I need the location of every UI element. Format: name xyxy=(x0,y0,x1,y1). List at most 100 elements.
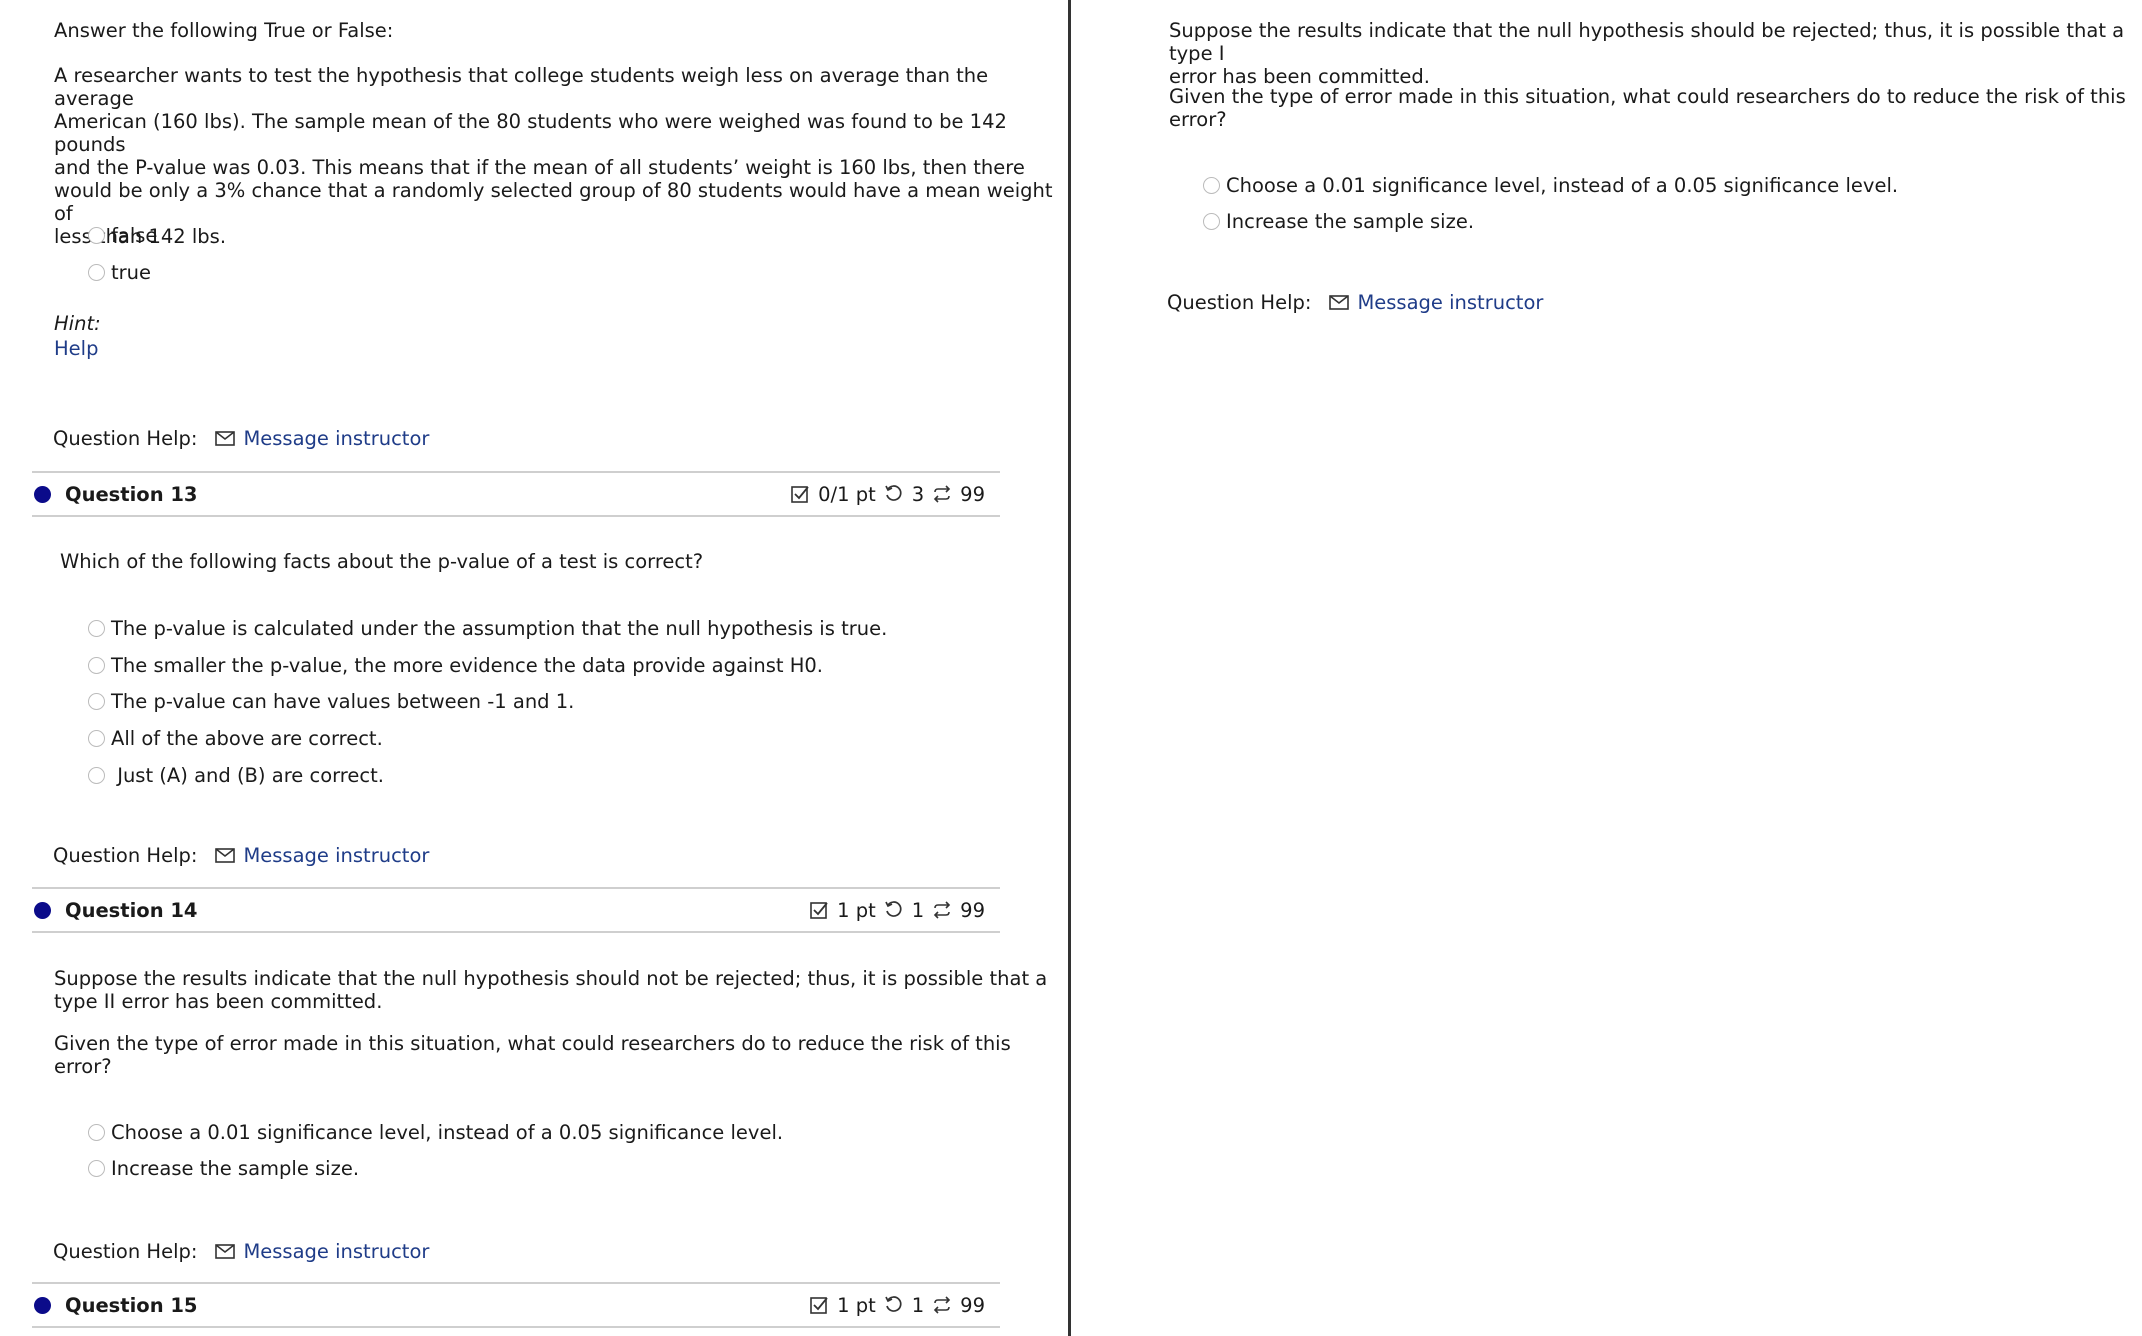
score-value: 1 pt xyxy=(837,898,876,922)
q14-option-b[interactable]: Increase the sample size. xyxy=(88,1156,359,1180)
hint-label: Hint: xyxy=(54,312,101,335)
score-check-icon xyxy=(810,902,828,919)
score-check-icon xyxy=(791,486,809,503)
mail-icon xyxy=(215,431,236,446)
right-panel: Suppose the results indicate that the nu… xyxy=(1073,0,2142,1336)
radio-icon[interactable] xyxy=(88,766,105,784)
right-line: Suppose the results indicate that the nu… xyxy=(1169,19,2125,65)
retry-icon xyxy=(884,901,902,917)
option-label: The p-value can have values between -1 a… xyxy=(111,689,575,713)
tries-icon xyxy=(934,1296,951,1314)
right-paragraph-1: Suppose the results indicate that the nu… xyxy=(1169,19,2142,88)
question-15-header[interactable]: Question 15 1 pt 1 99 xyxy=(32,1282,1000,1328)
radio-icon[interactable] xyxy=(88,729,105,747)
q12-body-line: less than 142 lbs. xyxy=(54,225,227,248)
question-meta: 1 pt 1 99 xyxy=(809,899,985,922)
radio-icon[interactable] xyxy=(1203,212,1220,230)
right-paragraph-2: Given the type of error made in this sit… xyxy=(1169,85,2126,131)
tries-icon xyxy=(934,485,951,503)
q13-option-a[interactable]: The p-value is calculated under the assu… xyxy=(88,616,887,640)
question-13-header[interactable]: Question 13 0/1 pt 3 99 xyxy=(32,471,1000,517)
tries-value: 99 xyxy=(960,898,985,922)
message-instructor-link[interactable]: Message instructor xyxy=(243,1240,429,1263)
retry-icon xyxy=(884,485,902,501)
option-label: Increase the sample size. xyxy=(111,1156,360,1180)
q12-body-line: and the P-value was 0.03. This means tha… xyxy=(54,156,1025,179)
message-instructor-link[interactable]: Message instructor xyxy=(243,427,429,450)
message-instructor-link[interactable]: Message instructor xyxy=(1357,291,1543,314)
radio-icon[interactable] xyxy=(88,619,105,637)
radio-icon[interactable] xyxy=(88,1123,105,1141)
q14-line: Given the type of error made in this sit… xyxy=(54,1032,1011,1055)
radio-icon[interactable] xyxy=(1203,176,1220,194)
q12-option-true[interactable]: true xyxy=(88,260,151,284)
option-label: The p-value is calculated under the assu… xyxy=(111,616,888,640)
question-status-dot xyxy=(34,901,51,919)
q12-question-help: Question Help: Message instructor xyxy=(53,427,429,450)
option-label: Just (A) and (B) are correct. xyxy=(111,763,384,787)
question-meta: 0/1 pt 3 99 xyxy=(790,483,985,506)
question-help-label: Question Help: xyxy=(53,1240,198,1263)
radio-icon[interactable] xyxy=(88,226,105,244)
q14-line: error? xyxy=(54,1055,112,1078)
option-label: The smaller the p-value, the more eviden… xyxy=(111,653,823,677)
question-14-header[interactable]: Question 14 1 pt 1 99 xyxy=(32,887,1000,933)
attempts-value: 1 xyxy=(911,898,925,922)
option-label: All of the above are correct. xyxy=(111,726,383,750)
option-label: Choose a 0.01 significance level, instea… xyxy=(1226,173,1899,197)
q12-body: A researcher wants to test the hypothesi… xyxy=(54,64,1068,248)
q13-option-b[interactable]: The smaller the p-value, the more eviden… xyxy=(88,653,823,677)
q13-option-c[interactable]: The p-value can have values between -1 a… xyxy=(88,689,574,713)
q12-option-false[interactable]: false xyxy=(88,223,157,247)
q12-body-line: American (160 lbs). The sample mean of t… xyxy=(54,110,1007,156)
q13-option-e[interactable]: Just (A) and (B) are correct. xyxy=(88,763,384,787)
tries-value: 99 xyxy=(960,482,985,506)
message-instructor-link[interactable]: Message instructor xyxy=(243,844,429,867)
q14-question-help: Question Help: Message instructor xyxy=(53,1240,429,1263)
question-title: Question 13 xyxy=(65,482,198,506)
radio-icon[interactable] xyxy=(88,692,105,710)
mail-icon xyxy=(1329,295,1350,310)
question-help-label: Question Help: xyxy=(53,427,198,450)
option-label: true xyxy=(111,260,152,284)
question-title: Question 15 xyxy=(65,1293,198,1317)
radio-icon[interactable] xyxy=(88,656,105,674)
q13-question-help: Question Help: Message instructor xyxy=(53,844,429,867)
q13-prompt: Which of the following facts about the p… xyxy=(60,550,704,573)
hint-help-link[interactable]: Help xyxy=(54,337,98,360)
radio-icon[interactable] xyxy=(88,263,105,281)
attempts-value: 1 xyxy=(911,1293,925,1317)
question-status-dot xyxy=(34,1296,51,1314)
q13-option-d[interactable]: All of the above are correct. xyxy=(88,726,383,750)
option-label: Increase the sample size. xyxy=(1226,209,1475,233)
question-title: Question 14 xyxy=(65,898,198,922)
left-panel: Answer the following True or False: A re… xyxy=(0,0,1068,1336)
question-help-label: Question Help: xyxy=(1167,291,1312,314)
question-help-label: Question Help: xyxy=(53,844,198,867)
q14-line: type II error has been committed. xyxy=(54,990,383,1013)
q12-instruction: Answer the following True or False: xyxy=(54,19,394,42)
q14-option-a[interactable]: Choose a 0.01 significance level, instea… xyxy=(88,1120,783,1144)
score-check-icon xyxy=(810,1297,828,1314)
radio-icon[interactable] xyxy=(88,1159,105,1177)
option-label: Choose a 0.01 significance level, instea… xyxy=(111,1120,784,1144)
option-label: false xyxy=(111,223,158,247)
score-value: 0/1 pt xyxy=(818,482,876,506)
q14-paragraph-2: Given the type of error made in this sit… xyxy=(54,1032,1011,1078)
retry-icon xyxy=(884,1296,902,1312)
right-option-a[interactable]: Choose a 0.01 significance level, instea… xyxy=(1203,173,1898,197)
tries-value: 99 xyxy=(960,1293,985,1317)
right-option-b[interactable]: Increase the sample size. xyxy=(1203,209,1474,233)
question-meta: 1 pt 1 99 xyxy=(809,1294,985,1317)
q12-body-line: would be only a 3% chance that a randoml… xyxy=(54,179,1053,225)
right-question-help: Question Help: Message instructor xyxy=(1167,291,1543,314)
panel-divider xyxy=(1068,0,1071,1336)
q12-body-line: A researcher wants to test the hypothesi… xyxy=(54,64,989,110)
attempts-value: 3 xyxy=(911,482,925,506)
right-line: Given the type of error made in this sit… xyxy=(1169,85,2126,108)
q14-line: Suppose the results indicate that the nu… xyxy=(54,967,1048,990)
mail-icon xyxy=(215,1244,236,1259)
tries-icon xyxy=(934,901,951,919)
mail-icon xyxy=(215,848,236,863)
q14-paragraph-1: Suppose the results indicate that the nu… xyxy=(54,967,1047,1013)
